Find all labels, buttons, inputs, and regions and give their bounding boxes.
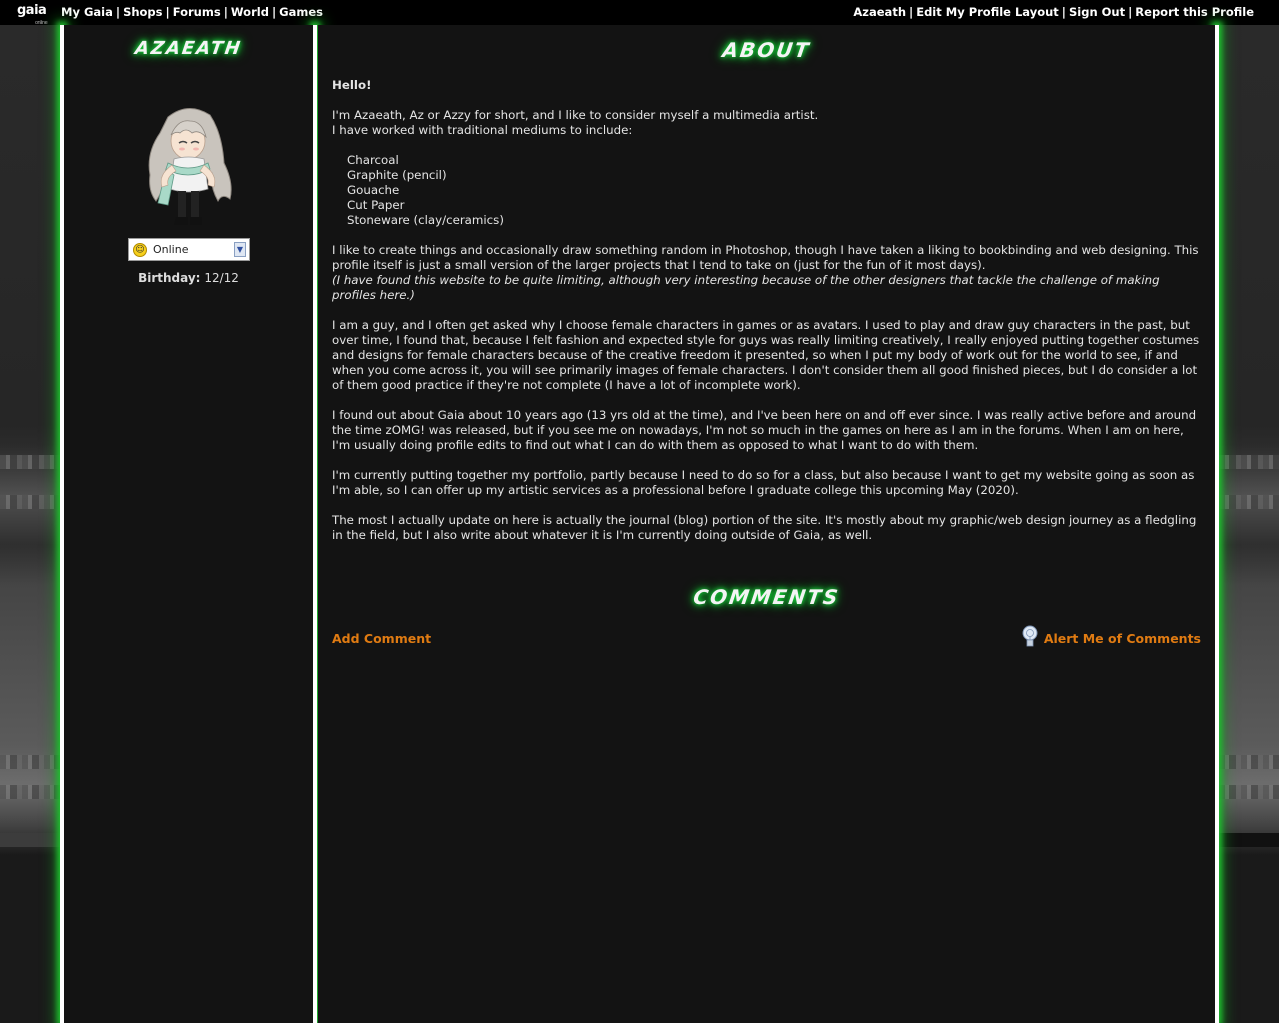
nav-separator: | [223,5,228,19]
glow-border-middle [313,25,317,1023]
nav-world[interactable]: World [231,5,269,19]
status-value: Online [153,243,189,256]
gaia-logo[interactable]: gaia online [17,4,48,27]
comments-heading: Comments [691,585,842,609]
nav-games[interactable]: Games [279,5,323,19]
alert-bulb-icon[interactable] [1021,625,1039,649]
about-para-create: I like to create things and occasionally… [332,243,1199,272]
alert-me-comments-link[interactable]: Alert Me of Comments [1044,631,1201,646]
nav-separator: | [115,5,121,19]
right-background-scenery [1219,25,1279,1023]
chevron-down-icon[interactable]: ▼ [234,242,246,257]
list-item: Stoneware (clay/ceramics) [347,213,504,227]
avatar [148,108,232,225]
nav-right-links: Azaeath | Edit My Profile Layout | Sign Out |… [853,5,1254,19]
nav-edit-profile-layout[interactable]: Edit My Profile Layout [916,5,1059,19]
about-greeting: Hello! [332,78,372,92]
about-para-journal: The most I actually update on here is ac… [332,513,1197,542]
nav-separator: | [165,5,170,19]
nav-separator: | [1061,5,1066,19]
nav-separator: | [909,5,914,19]
mediums-list: Charcoal Graphite (pencil) Gouache Cut P… [332,153,1202,228]
about-heading: About [721,38,812,62]
glow-border-right [1215,25,1219,1023]
birthday-row: Birthday: 12/12 [64,271,313,285]
profile-main: About Hello! I'm Azaeath, Az or Azzy for… [318,25,1215,1023]
list-item: Charcoal [347,153,399,167]
list-item: Gouache [347,183,400,197]
nav-forums[interactable]: Forums [173,5,221,19]
about-para-create-italic: (I have found this website to be quite l… [332,273,1160,302]
list-item: Cut Paper [347,198,405,212]
about-para-guy: I am a guy, and I often get asked why I … [332,318,1200,392]
nav-username[interactable]: Azaeath [853,5,906,19]
birthday-label: Birthday: [138,271,201,285]
left-background-scenery [0,25,60,1023]
nav-shops[interactable]: Shops [123,5,162,19]
nav-separator: | [1128,5,1133,19]
online-status-dropdown[interactable]: ☺ Online ▼ [128,238,250,261]
add-comment-link[interactable]: Add Comment [332,631,431,646]
about-intro-line2: I have worked with traditional mediums t… [332,123,633,137]
nav-sign-out[interactable]: Sign Out [1069,5,1125,19]
birthday-value: 12/12 [204,271,239,285]
about-content: Hello! I'm Azaeath, Az or Azzy for short… [332,78,1202,543]
nav-my-gaia[interactable]: My Gaia [61,5,113,19]
about-para-gaia: I found out about Gaia about 10 years ag… [332,408,1197,452]
list-item: Graphite (pencil) [347,168,447,182]
username-heading: Azaeath [133,38,244,59]
nav-separator: | [271,5,277,19]
about-intro-line1: I'm Azaeath, Az or Azzy for short, and I… [332,108,819,122]
nav-report-profile[interactable]: Report this Profile [1135,5,1254,19]
about-para-portfolio: I'm currently putting together my portfo… [332,468,1195,497]
smiley-icon: ☺ [133,243,147,257]
top-nav-bar: gaia online My Gaia | Shops | Forums | World | G… [0,0,1279,27]
profile-sidebar: Azaeath ☺ Online ▼ Birthday: 12/12 [64,25,313,1023]
nav-left-links: My Gaia | Shops | Forums | World | Games [61,5,323,19]
